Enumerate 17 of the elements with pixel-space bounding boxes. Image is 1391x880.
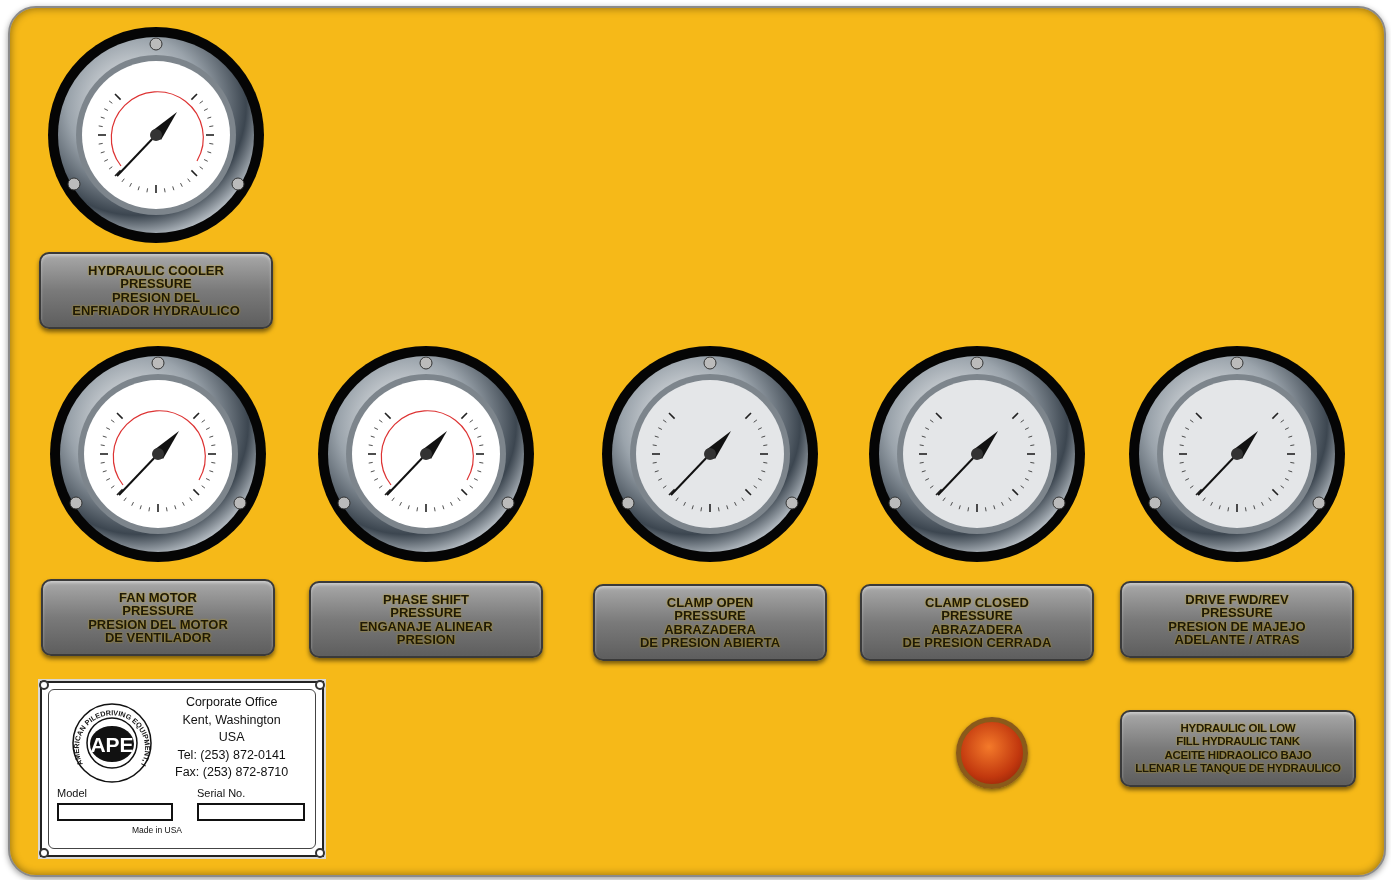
address-line: Fax: (253) 872-8710 (175, 764, 289, 781)
label-text: HYDRAULIC COOLER PRESSURE PRESION DEL ENFRIADOR HYDRAULICO (72, 263, 240, 318)
made-in-text: Made in USA (130, 824, 184, 837)
input-field[interactable] (197, 803, 305, 821)
label-text: CLAMP CLOSED PRESSURE ABRAZADERA DE PRESION CERRADA (902, 595, 1052, 650)
address-line: USA (218, 729, 245, 746)
label-text: HYDRAULIC OIL LOW FILL HYDRAULIC TANK ACEITE HIDRAOLICO BAJO LLENAR LE TANQUE DE HYDRAULICO (1135, 721, 1341, 776)
label-text: CLAMP OPEN PRESSURE ABRAZADERA DE PRESION ABIERTA (639, 595, 781, 650)
label-text: DRIVE FWD/REV PRESSURE PRESION DE MAJEJO ADELANTE / ATRAS (1168, 592, 1306, 647)
input-field[interactable] (57, 803, 173, 821)
label-text: FAN MOTOR PRESSURE PRESION DEL MOTOR DE VENTILADOR (88, 590, 228, 645)
address-line: Tel: (253) 872-0141 (177, 746, 286, 764)
address-line: Corporate Office (185, 694, 278, 711)
field-label: Model (57, 786, 88, 800)
field-label: Serial No. (197, 786, 246, 800)
address-line: Kent, Washington (182, 711, 281, 729)
label-text: PHASE SHIFT PRESSURE ENGANAJE ALINEAR PRESION (359, 592, 493, 647)
